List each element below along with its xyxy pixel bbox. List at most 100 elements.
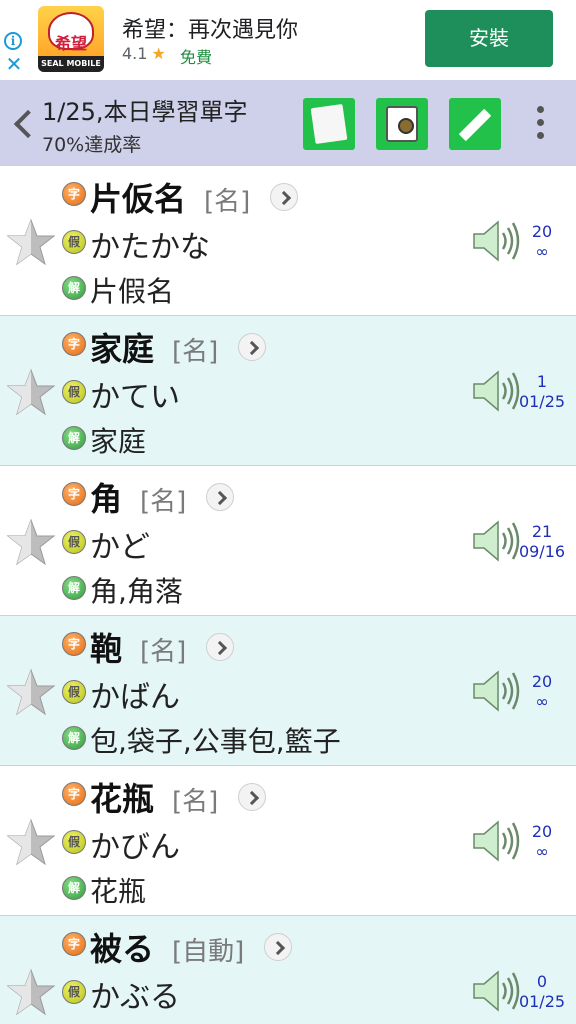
chevron-right-icon[interactable]	[264, 933, 293, 961]
kana-badge-icon: 假	[62, 380, 86, 404]
review-date: 09/16	[518, 542, 566, 561]
meaning-badge-icon: 解	[62, 276, 86, 300]
review-date: ∞	[535, 242, 549, 261]
review-count-value: 0	[536, 972, 548, 991]
ad-price: 免費	[180, 48, 213, 67]
kanji-badge-icon: 字	[62, 932, 86, 956]
word-kanji: 花瓶 [名]	[90, 774, 267, 820]
star-icon[interactable]	[6, 968, 56, 1016]
kana-badge-icon: 假	[62, 680, 86, 704]
word-text: 片仮名	[90, 180, 187, 218]
meaning-badge-icon: 解	[62, 876, 86, 900]
word-meaning: 包,袋子,公事包,籃子	[90, 725, 341, 758]
word-meaning: 花瓶	[90, 875, 147, 908]
word-row[interactable]: 字 假 解 鞄 [名] かばん 包,袋子,公事包,籃子 20 ∞	[0, 616, 576, 766]
word-text: 被る	[90, 930, 155, 968]
kanji-badge-icon: 字	[62, 182, 86, 206]
part-of-speech: [名]	[172, 787, 219, 817]
ad-banner[interactable]: i ✕ 希望 SEAL MOBILE 希望：再次遇見你 4.1 ★ 免費 安裝	[0, 0, 576, 80]
page-title: 1/25,本日學習單字	[42, 98, 248, 126]
review-count: 0 01/25	[514, 972, 570, 1012]
close-icon[interactable]: ✕	[4, 54, 24, 74]
flashcards-button[interactable]	[376, 98, 428, 150]
part-of-speech: [名]	[204, 187, 251, 217]
word-meaning: 家庭	[90, 425, 147, 458]
word-row[interactable]: 字 假 解 片仮名 [名] かたかな 片假名 20 ∞	[0, 166, 576, 316]
part-of-speech: [名]	[140, 637, 187, 667]
app-logo[interactable]: 希望 SEAL MOBILE	[38, 6, 104, 72]
logo-text: 希望	[54, 34, 87, 53]
word-text: 花瓶	[90, 780, 155, 818]
word-text: 角	[90, 480, 123, 518]
word-kanji: 被る [自動]	[90, 924, 293, 970]
word-row[interactable]: 字 假 解 角 [名] かど 角,角落 21 09/16	[0, 466, 576, 616]
completion-rate: 70%達成率	[42, 134, 142, 156]
info-icon[interactable]: i	[4, 32, 22, 50]
chevron-right-icon[interactable]	[270, 183, 299, 211]
part-of-speech: [名]	[140, 487, 187, 517]
kanji-badge-icon: 字	[62, 332, 86, 356]
word-reading: かばん	[90, 680, 180, 715]
meaning-badge-icon: 解	[62, 576, 86, 600]
notes-button[interactable]	[303, 98, 355, 150]
meaning-badge-icon: 解	[62, 426, 86, 450]
chevron-right-icon[interactable]	[238, 783, 267, 811]
review-date: ∞	[535, 842, 549, 861]
star-icon[interactable]	[6, 368, 56, 416]
word-text: 家庭	[90, 330, 155, 368]
chevron-right-icon[interactable]	[238, 333, 267, 361]
kana-badge-icon: 假	[62, 830, 86, 854]
star-icon: ★	[151, 44, 166, 63]
word-row[interactable]: 字 假 解 花瓶 [名] かびん 花瓶 20 ∞	[0, 766, 576, 916]
word-reading: かびん	[90, 830, 180, 865]
kanji-badge-icon: 字	[62, 782, 86, 806]
review-count: 21 09/16	[514, 522, 570, 562]
star-icon[interactable]	[6, 218, 56, 266]
review-count-value: 20	[531, 672, 553, 691]
word-kanji: 鞄 [名]	[90, 624, 235, 670]
toolbar: 1/25,本日學習單字 70%達成率	[0, 80, 576, 166]
meaning-badge-icon: 解	[62, 726, 86, 750]
review-date: ∞	[535, 692, 549, 711]
word-text: 鞄	[90, 630, 123, 668]
review-count: 20 ∞	[514, 222, 570, 262]
overflow-menu-icon[interactable]	[534, 106, 546, 146]
review-count: 20 ∞	[514, 672, 570, 712]
chevron-right-icon[interactable]	[206, 483, 235, 511]
word-reading: かど	[90, 530, 150, 565]
word-kanji: 角 [名]	[90, 474, 235, 520]
part-of-speech: [名]	[172, 337, 219, 367]
kana-badge-icon: 假	[62, 980, 86, 1004]
word-row[interactable]: 字 假 解 家庭 [名] かてい 家庭 1 01/25	[0, 316, 576, 466]
star-icon[interactable]	[6, 518, 56, 566]
word-meaning: 角,角落	[90, 575, 183, 608]
ad-app-name[interactable]: 希望：再次遇見你	[122, 12, 298, 44]
review-count-value: 21	[531, 522, 553, 541]
logo-brand: SEAL MOBILE	[38, 56, 104, 72]
kana-badge-icon: 假	[62, 230, 86, 254]
star-icon[interactable]	[6, 668, 56, 716]
review-count-value: 1	[536, 372, 548, 391]
back-arrow-icon[interactable]	[10, 104, 36, 144]
word-row[interactable]: 字 假 解 被る[自動] かぶる 0 01/25	[0, 916, 576, 1024]
review-count: 1 01/25	[514, 372, 570, 412]
word-reading: かてい	[90, 380, 180, 415]
review-count-value: 20	[531, 222, 553, 241]
word-reading: かたかな	[90, 230, 210, 265]
kana-badge-icon: 假	[62, 530, 86, 554]
chevron-right-icon[interactable]	[206, 633, 235, 661]
ad-rating: 4.1 ★	[122, 44, 166, 63]
edit-button[interactable]	[449, 98, 501, 150]
word-kanji: 家庭 [名]	[90, 324, 267, 370]
review-date: 01/25	[518, 392, 566, 411]
kanji-badge-icon: 字	[62, 482, 86, 506]
star-icon[interactable]	[6, 818, 56, 866]
word-reading: かぶる	[90, 980, 180, 1015]
review-count-value: 20	[531, 822, 553, 841]
word-list: 字 假 解 片仮名 [名] かたかな 片假名 20 ∞ 字 假 解 家庭 [名] か…	[0, 166, 576, 1024]
word-kanji: 片仮名 [名]	[90, 174, 299, 220]
part-of-speech: [自動]	[172, 937, 245, 967]
review-date: 01/25	[518, 992, 566, 1011]
install-button[interactable]: 安裝	[425, 10, 553, 67]
rating-value: 4.1	[122, 44, 148, 63]
